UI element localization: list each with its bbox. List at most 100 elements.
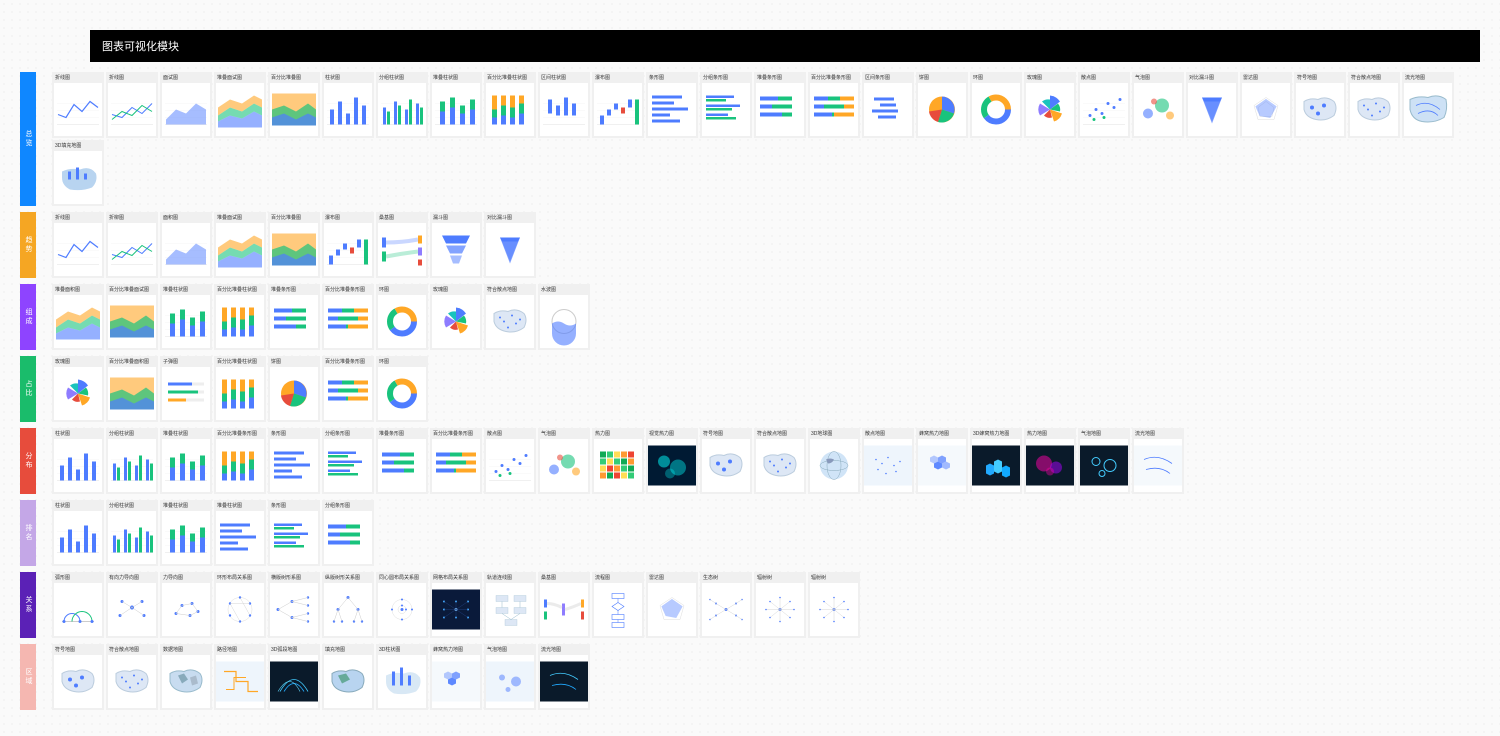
chart-card[interactable]: 流程图 — [592, 572, 644, 638]
chart-card[interactable]: 百分比堆叠面积图 — [106, 356, 158, 422]
chart-card[interactable]: 环图 — [376, 356, 428, 422]
chart-card[interactable]: 横版树形系图 — [268, 572, 320, 638]
chart-card[interactable]: 柱状图 — [52, 428, 104, 494]
chart-card[interactable]: 3D蜂窝热力地图 — [970, 428, 1022, 494]
chart-card[interactable]: 3D柱状图 — [376, 644, 428, 710]
chart-card[interactable]: 分组条形图 — [700, 72, 752, 138]
chart-card[interactable]: 辐射树 — [808, 572, 860, 638]
chart-card[interactable]: 折线图 — [52, 72, 104, 138]
chart-card[interactable]: 散点图 — [484, 428, 536, 494]
chart-card[interactable]: 生态树 — [700, 572, 752, 638]
chart-card[interactable]: 条形图 — [268, 500, 320, 566]
chart-card[interactable]: 3D地球图 — [808, 428, 860, 494]
chart-card[interactable]: 堆叠面试图 — [214, 72, 266, 138]
chart-card[interactable]: 纵版树形关系图 — [322, 572, 374, 638]
category-tab[interactable]: 分布 — [20, 428, 36, 494]
chart-card[interactable]: 百分比堆叠柱状图 — [214, 284, 266, 350]
category-tab[interactable]: 总览 — [20, 72, 36, 206]
chart-card[interactable]: 饼图 — [268, 356, 320, 422]
chart-card[interactable]: 堆叠条形图 — [376, 428, 428, 494]
chart-card[interactable]: 散点图 — [1078, 72, 1130, 138]
chart-card[interactable]: 轨道连线图 — [484, 572, 536, 638]
category-tab[interactable]: 区域 — [20, 644, 36, 710]
chart-card[interactable]: 数据地图 — [160, 644, 212, 710]
chart-card[interactable]: 漏斗图 — [430, 212, 482, 278]
chart-card[interactable]: 流光地图 — [538, 644, 590, 710]
chart-card[interactable]: 百分比堆叠条形图 — [322, 284, 374, 350]
chart-card[interactable]: 百分比堆叠柱状图 — [214, 356, 266, 422]
chart-card[interactable]: 堆叠柱状图 — [214, 500, 266, 566]
chart-card[interactable]: 气泡图 — [538, 428, 590, 494]
chart-card[interactable]: 辐射树 — [754, 572, 806, 638]
chart-card[interactable]: 区间条形图 — [862, 72, 914, 138]
chart-card[interactable]: 力导向图 — [160, 572, 212, 638]
chart-card[interactable]: 折柳图 — [106, 212, 158, 278]
chart-card[interactable]: 填充地图 — [322, 644, 374, 710]
chart-card[interactable]: 分组条形图 — [322, 500, 374, 566]
chart-card[interactable]: 网格布局关系图 — [430, 572, 482, 638]
chart-card[interactable]: 瀑布图 — [592, 72, 644, 138]
chart-card[interactable]: 桑基图 — [376, 212, 428, 278]
chart-card[interactable]: 堆叠柱状图 — [160, 500, 212, 566]
chart-card[interactable]: 视觉热力图 — [646, 428, 698, 494]
chart-card[interactable]: 分组柱状图 — [106, 428, 158, 494]
chart-card[interactable]: 弧形图 — [52, 572, 104, 638]
chart-card[interactable]: 堆叠条形图 — [268, 284, 320, 350]
chart-card[interactable]: 柱状图 — [52, 500, 104, 566]
chart-card[interactable]: 流光地图 — [1402, 72, 1454, 138]
chart-card[interactable]: 符合散点地图 — [754, 428, 806, 494]
chart-card[interactable]: 同心圆布局关系图 — [376, 572, 428, 638]
chart-card[interactable]: 折线图 — [52, 212, 104, 278]
chart-card[interactable]: 蜂窝热力地图 — [916, 428, 968, 494]
chart-card[interactable]: 折线图 — [106, 72, 158, 138]
chart-card[interactable]: 对比漏斗图 — [1186, 72, 1238, 138]
chart-card[interactable]: 符合散点地图 — [484, 284, 536, 350]
chart-card[interactable]: 符合散点地图 — [106, 644, 158, 710]
chart-card[interactable]: 散点地图 — [862, 428, 914, 494]
chart-card[interactable]: 气泡地图 — [484, 644, 536, 710]
chart-card[interactable]: 雷达图 — [646, 572, 698, 638]
chart-card[interactable]: 百分比堆叠图 — [268, 72, 320, 138]
chart-card[interactable]: 气泡图 — [1132, 72, 1184, 138]
chart-card[interactable]: 百分比堆叠条形图 — [808, 72, 860, 138]
chart-card[interactable]: 分组条形图 — [322, 428, 374, 494]
chart-card[interactable]: 符号地图 — [52, 644, 104, 710]
chart-card[interactable]: 水波图 — [538, 284, 590, 350]
chart-card[interactable]: 百分比堆叠图 — [268, 212, 320, 278]
chart-card[interactable]: 符号地图 — [700, 428, 752, 494]
chart-card[interactable]: 百分比堆叠面试图 — [106, 284, 158, 350]
category-tab[interactable]: 占比 — [20, 356, 36, 422]
chart-card[interactable]: 路径地图 — [214, 644, 266, 710]
chart-card[interactable]: 百分比堆叠柱状图 — [484, 72, 536, 138]
chart-card[interactable]: 分组柱状图 — [106, 500, 158, 566]
chart-card[interactable]: 热力地图 — [1024, 428, 1076, 494]
chart-card[interactable]: 堆叠柱状图 — [160, 428, 212, 494]
chart-card[interactable]: 3D弧段地图 — [268, 644, 320, 710]
chart-card[interactable]: 堆叠柱状图 — [430, 72, 482, 138]
chart-card[interactable]: 雷达图 — [1240, 72, 1292, 138]
chart-card[interactable]: 流光地图 — [1132, 428, 1184, 494]
chart-card[interactable]: 玫瑰图 — [52, 356, 104, 422]
chart-card[interactable]: 堆叠柱状图 — [160, 284, 212, 350]
category-tab[interactable]: 趋势 — [20, 212, 36, 278]
chart-card[interactable]: 条形图 — [646, 72, 698, 138]
chart-card[interactable]: 玫瑰图 — [430, 284, 482, 350]
chart-card[interactable]: 有向力导向图 — [106, 572, 158, 638]
category-tab[interactable]: 组成 — [20, 284, 36, 350]
chart-card[interactable]: 气泡地图 — [1078, 428, 1130, 494]
chart-card[interactable]: 堆叠面试图 — [214, 212, 266, 278]
chart-card[interactable]: 条形图 — [268, 428, 320, 494]
chart-card[interactable]: 柱状图 — [322, 72, 374, 138]
chart-card[interactable]: 堆叠条形图 — [754, 72, 806, 138]
category-tab[interactable]: 关系 — [20, 572, 36, 638]
chart-card[interactable]: 瀑布图 — [322, 212, 374, 278]
chart-card[interactable]: 百分比堆叠条形图 — [214, 428, 266, 494]
chart-card[interactable]: 符合散点地图 — [1348, 72, 1400, 138]
chart-card[interactable]: 饼图 — [916, 72, 968, 138]
chart-card[interactable]: 面积图 — [160, 212, 212, 278]
chart-card[interactable]: 百分比堆叠条形图 — [430, 428, 482, 494]
chart-card[interactable]: 蜂窝热力地图 — [430, 644, 482, 710]
chart-card[interactable]: 对比漏斗图 — [484, 212, 536, 278]
chart-card[interactable]: 玫瑰图 — [1024, 72, 1076, 138]
chart-card[interactable]: 3D填充地图 — [52, 140, 104, 206]
